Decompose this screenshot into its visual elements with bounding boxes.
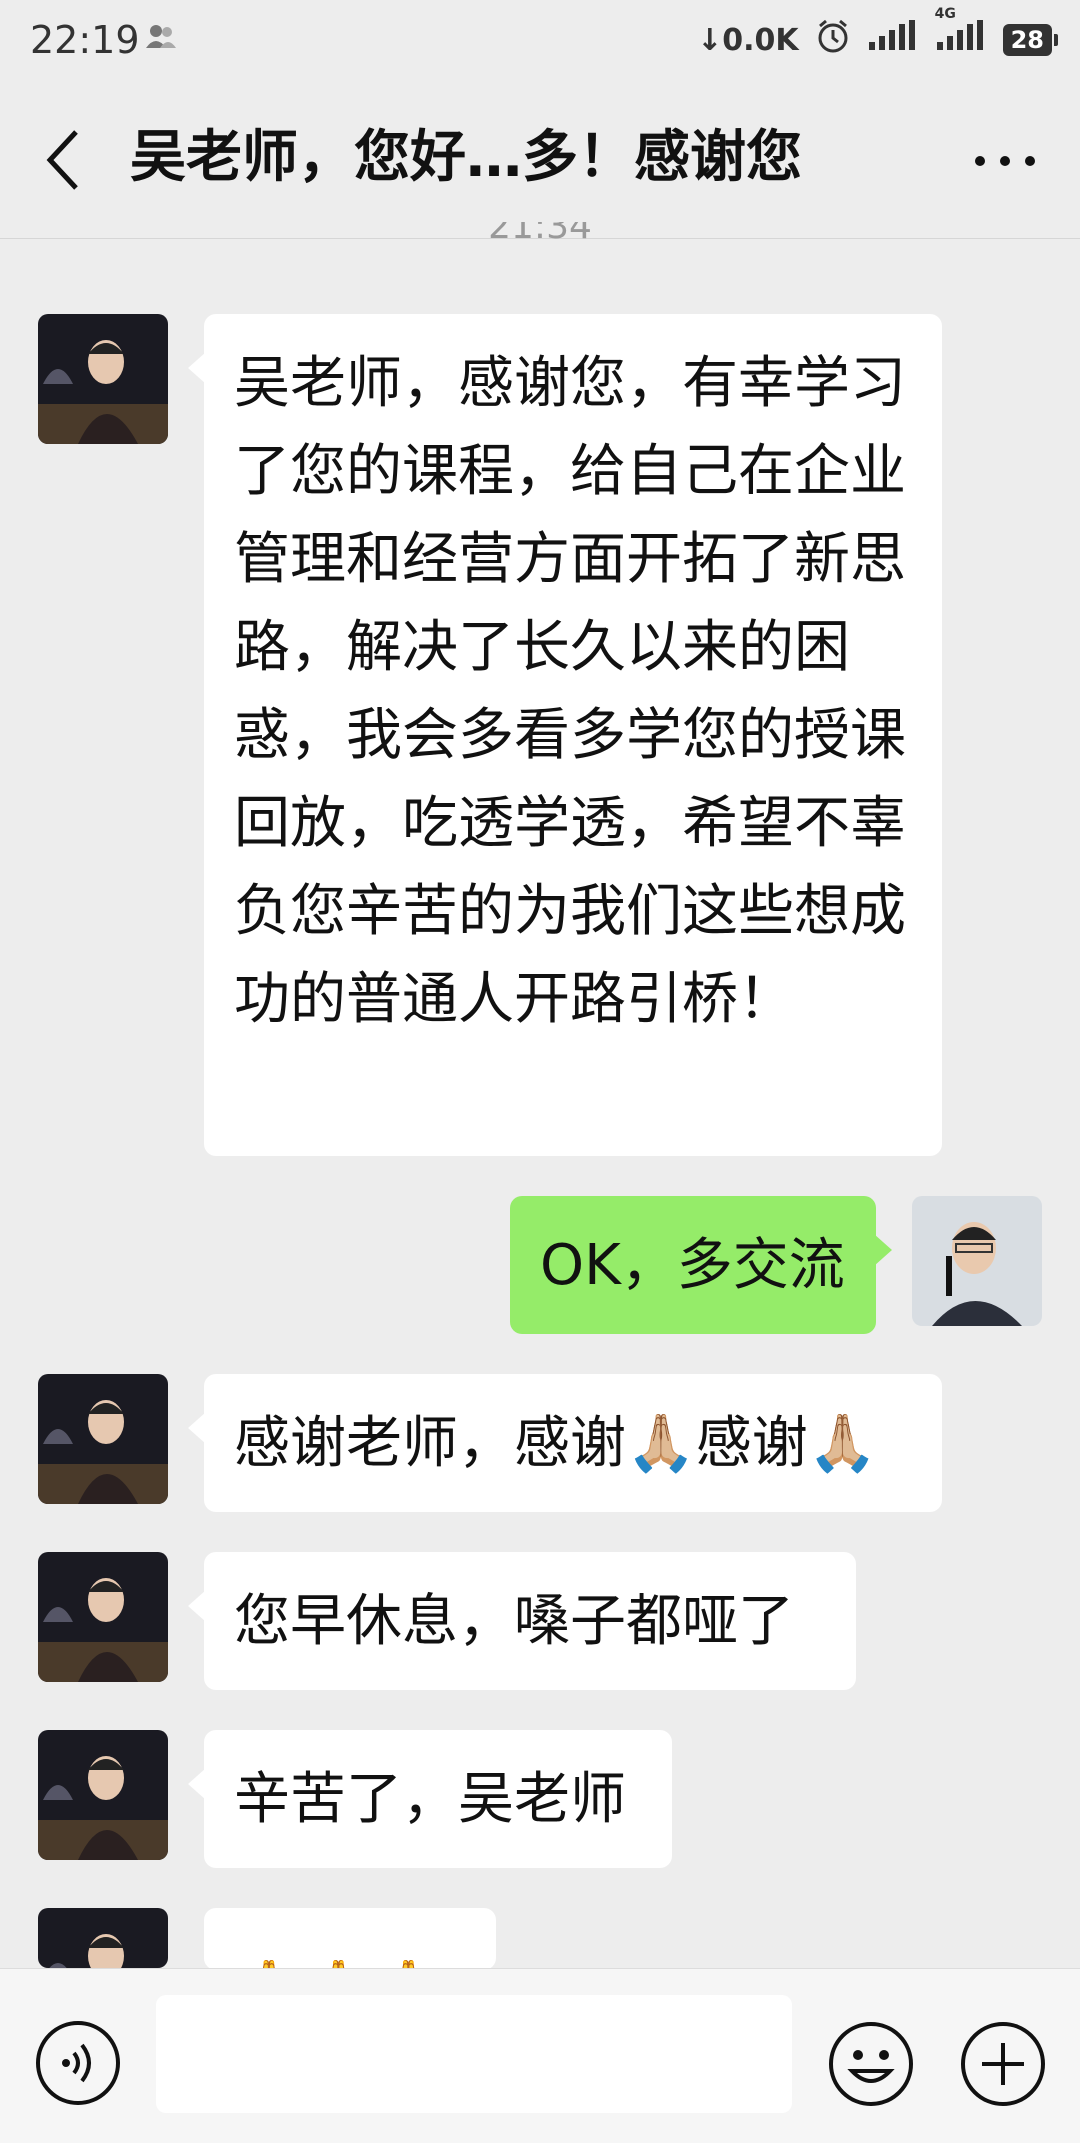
signal-icon (867, 20, 919, 60)
message-bubble[interactable]: 您早休息，嗓子都哑了 (188, 1552, 856, 1690)
avatar[interactable] (38, 1908, 168, 1968)
chevron-left-icon[interactable] (36, 124, 96, 196)
message-text: 吴老师，感谢您，有幸学习了您的课程，给自己在企业管理和经营方面开拓了新思路，解决… (234, 351, 906, 1032)
input-bar (0, 1968, 1080, 2143)
message-text: 辛苦了，吴老师 (234, 1767, 626, 1832)
message-input[interactable] (156, 1995, 792, 2113)
avatar[interactable] (38, 1552, 168, 1682)
message-bubble-own[interactable]: OK，多交流 (510, 1196, 892, 1334)
message-bubble[interactable]: 🙏🙏🙏 (204, 1908, 496, 1970)
signal-4g-label: 4G (934, 6, 956, 22)
avatar[interactable] (38, 1730, 168, 1860)
plus-icon[interactable] (958, 2019, 1048, 2109)
signal-4g-icon: 4G (935, 6, 987, 60)
message-timestamp: 21:34 (488, 222, 592, 247)
status-bar: 22:19 ↓0.0K 4G 28 (0, 0, 1080, 80)
net-speed: ↓0.0K (697, 22, 799, 58)
status-time: 22:19 (30, 18, 140, 62)
avatar[interactable] (38, 314, 168, 444)
chat-header: 吴老师，您好…多！感谢您 (0, 80, 1080, 239)
contacts-status-icon (146, 24, 176, 54)
chat-title: 吴老师，您好…多！感谢您 (130, 125, 802, 190)
message-bubble[interactable]: 辛苦了，吴老师 (188, 1730, 672, 1868)
emoji-icon[interactable] (826, 2019, 916, 2109)
avatar[interactable] (38, 1374, 168, 1504)
alarm-icon (815, 18, 851, 62)
message-text: 感谢老师，感谢🙏🏼感谢🙏🏼 (234, 1411, 878, 1476)
battery-indicator: 28 (1002, 24, 1059, 56)
message-text: 您早休息，嗓子都哑了 (234, 1589, 794, 1654)
message-bubble[interactable]: 吴老师，感谢您，有幸学习了您的课程，给自己在企业管理和经营方面开拓了新思路，解决… (188, 314, 942, 1156)
own-avatar[interactable] (912, 1196, 1042, 1326)
message-text: OK，多交流 (540, 1233, 845, 1298)
voice-icon[interactable] (34, 2019, 122, 2107)
message-bubble[interactable]: 感谢老师，感谢🙏🏼感谢🙏🏼 (188, 1374, 942, 1512)
more-dots-icon[interactable] (970, 146, 1040, 176)
